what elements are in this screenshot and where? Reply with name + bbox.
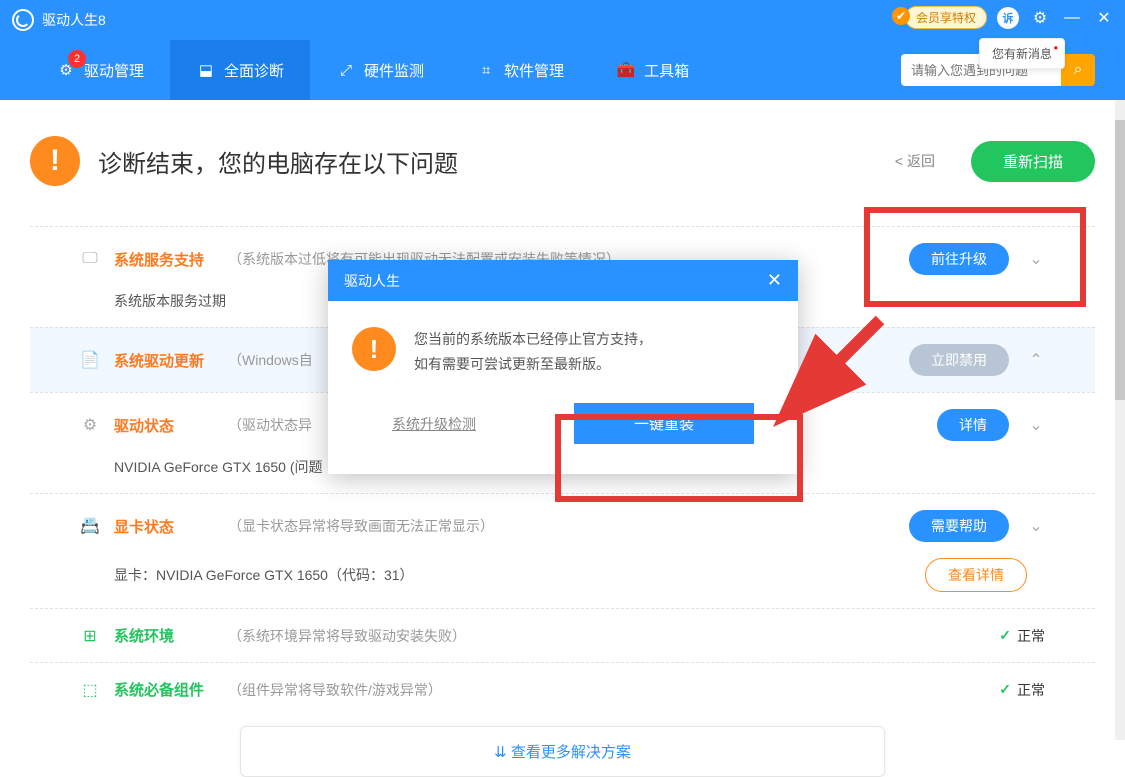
file-icon: 📄 bbox=[80, 350, 100, 370]
system-upgrade-check-link[interactable]: 系统升级检测 bbox=[392, 414, 476, 434]
nav-driver-manage[interactable]: ⚙ 驱动管理 2 bbox=[30, 40, 170, 100]
item-label: 系统必备组件 bbox=[114, 679, 214, 700]
nav-full-diagnosis[interactable]: ⬓ 全面诊断 bbox=[170, 40, 310, 100]
item-label: 系统服务支持 bbox=[114, 249, 214, 270]
puzzle-icon: ⬚ bbox=[80, 680, 100, 700]
chevron-down-icon[interactable]: ⌄ bbox=[1027, 250, 1045, 268]
status-ok: ✓正常 bbox=[999, 680, 1045, 700]
app-logo-icon bbox=[12, 9, 34, 31]
chevron-up-icon[interactable]: ⌃ bbox=[1027, 351, 1045, 369]
dialog-close-icon[interactable]: ✕ bbox=[767, 270, 782, 291]
feedback-icon[interactable]: 诉 bbox=[997, 7, 1019, 29]
scrollbar-thumb[interactable] bbox=[1115, 120, 1125, 400]
rocket-icon: ⤢ bbox=[336, 60, 356, 80]
warning-icon: ! bbox=[30, 136, 80, 186]
gear-icon: ⚙ bbox=[80, 415, 100, 435]
warning-icon: ! bbox=[352, 327, 396, 371]
more-solutions-link[interactable]: ⇊ 查看更多解决方案 bbox=[240, 726, 885, 777]
vip-badge[interactable]: 会员享特权 bbox=[905, 6, 987, 29]
nav-software-manage[interactable]: ⌗ 软件管理 bbox=[450, 40, 590, 100]
nav-label: 工具箱 bbox=[644, 60, 689, 81]
close-icon[interactable]: ✕ bbox=[1093, 7, 1115, 29]
back-link[interactable]: < 返回 bbox=[895, 151, 935, 171]
chevron-down-icon[interactable]: ⌄ bbox=[1027, 517, 1045, 535]
item-label: 系统驱动更新 bbox=[114, 350, 214, 371]
dialog-header: 驱动人生 ✕ bbox=[328, 260, 798, 301]
search-button[interactable]: ⌕ bbox=[1061, 54, 1095, 86]
toolbox-icon: 🧰 bbox=[616, 60, 636, 80]
dialog-message: 您当前的系统版本已经停止官方支持， 如有需要可尝试更新至最新版。 bbox=[414, 327, 652, 377]
item-label: 驱动状态 bbox=[114, 415, 214, 436]
nav-badge: 2 bbox=[68, 50, 86, 68]
apps-icon: ⌗ bbox=[476, 60, 496, 80]
item-label: 显卡状态 bbox=[114, 516, 214, 537]
need-help-button[interactable]: 需要帮助 bbox=[909, 510, 1009, 542]
pulse-icon: ⬓ bbox=[196, 60, 216, 80]
check-icon: ✓ bbox=[999, 681, 1011, 698]
monitor-icon: 🖵 bbox=[80, 249, 100, 269]
window-icon: ⊞ bbox=[80, 626, 100, 646]
item-desc: （组件异常将导致软件/游戏异常） bbox=[228, 680, 999, 700]
settings-icon[interactable]: ⚙ bbox=[1029, 7, 1051, 29]
item-label: 系统环境 bbox=[114, 625, 214, 646]
view-detail-button[interactable]: 查看详情 bbox=[925, 558, 1027, 592]
disable-button[interactable]: 立即禁用 bbox=[909, 344, 1009, 376]
nav-label: 软件管理 bbox=[504, 60, 564, 81]
item-system-env: ⊞ 系统环境 （系统环境异常将导致驱动安装失败） ✓正常 bbox=[30, 608, 1095, 662]
item-subline: 显卡：NVIDIA GeForce GTX 1650（代码：31） 查看详情 bbox=[30, 558, 1095, 608]
app-title: 驱动人生8 bbox=[42, 10, 106, 30]
status-ok: ✓正常 bbox=[999, 626, 1045, 646]
one-click-reinstall-button[interactable]: 一键重装 bbox=[574, 403, 754, 444]
minimize-icon[interactable]: — bbox=[1061, 7, 1083, 29]
item-required-components: ⬚ 系统必备组件 （组件异常将导致软件/游戏异常） ✓正常 bbox=[30, 662, 1095, 716]
nav-label: 硬件监测 bbox=[364, 60, 424, 81]
gpu-sub-text: 显卡：NVIDIA GeForce GTX 1650（代码：31） bbox=[114, 565, 414, 585]
detail-button[interactable]: 详情 bbox=[937, 409, 1009, 441]
diagnosis-title: 诊断结束，您的电脑存在以下问题 bbox=[98, 144, 877, 179]
navbar: ⚙ 驱动管理 2 ⬓ 全面诊断 ⤢ 硬件监测 ⌗ 软件管理 🧰 工具箱 ⌕ bbox=[0, 40, 1125, 100]
nav-toolbox[interactable]: 🧰 工具箱 bbox=[590, 40, 715, 100]
chevron-down-icon[interactable]: ⌄ bbox=[1027, 416, 1045, 434]
titlebar: 驱动人生8 会员享特权 诉 ⚙ — ✕ bbox=[0, 0, 1125, 40]
check-icon: ✓ bbox=[999, 627, 1011, 644]
upgrade-button[interactable]: 前往升级 bbox=[909, 243, 1009, 275]
new-message-bubble[interactable]: 您有新消息 bbox=[979, 38, 1065, 69]
nav-label: 驱动管理 bbox=[84, 60, 144, 81]
item-gpu-status: 📇 显卡状态 （显卡状态异常将导致画面无法正常显示） 需要帮助 ⌄ bbox=[30, 493, 1095, 558]
item-desc: （显卡状态异常将导致画面无法正常显示） bbox=[228, 516, 909, 536]
nav-hardware-monitor[interactable]: ⤢ 硬件监测 bbox=[310, 40, 450, 100]
dialog-title: 驱动人生 bbox=[344, 271, 400, 291]
rescan-button[interactable]: 重新扫描 bbox=[971, 141, 1095, 182]
system-update-dialog: 驱动人生 ✕ ! 您当前的系统版本已经停止官方支持， 如有需要可尝试更新至最新版… bbox=[328, 260, 798, 474]
nav-label: 全面诊断 bbox=[224, 60, 284, 81]
scrollbar[interactable] bbox=[1115, 100, 1125, 740]
item-desc: （系统环境异常将导致驱动安装失败） bbox=[228, 626, 999, 646]
card-icon: 📇 bbox=[80, 516, 100, 536]
